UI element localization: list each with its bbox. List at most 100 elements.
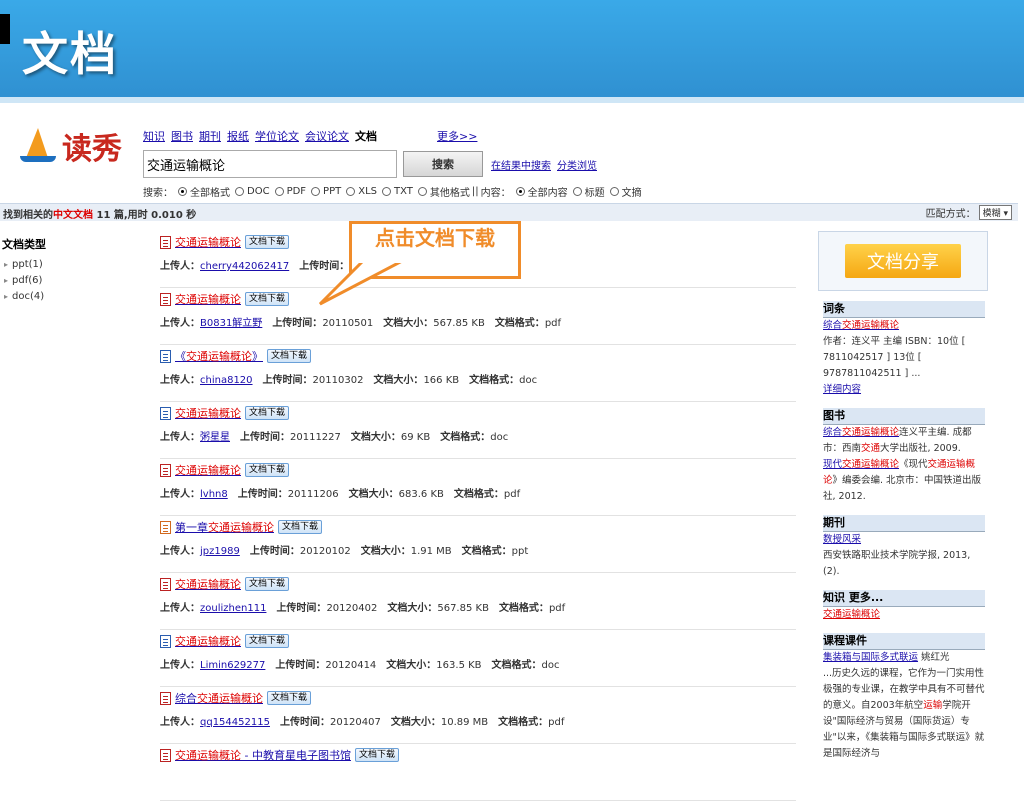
radio-ppt[interactable] [311, 187, 321, 196]
uploader-link[interactable]: 粥星星 [200, 432, 230, 443]
result-title-link[interactable]: 交通运输概论 [175, 462, 241, 478]
result-title-link[interactable]: 《交通运输概论》 [175, 348, 263, 364]
result-title-link[interactable]: 交通运输概论 [175, 291, 241, 307]
result-item: 第一章交通运输概论 文档下载 上传人：jpz1989 上传时间：20120102 文档大… [160, 516, 796, 573]
nav-conference[interactable]: 会议论文 [305, 128, 349, 144]
slide-title: 文档 [22, 27, 118, 81]
pdf-file-icon [160, 691, 171, 705]
result-meta: 上传人：粥星星 上传时间：20111227 文档大小：69 KB 文档格式：doc [160, 428, 796, 443]
search-button[interactable]: 搜索 [403, 151, 483, 177]
download-button[interactable]: 文档下载 [267, 349, 312, 363]
search-in-results-link[interactable]: 在结果中搜索 [491, 157, 551, 172]
uploader-link[interactable]: qq154452115 [200, 717, 270, 728]
download-button[interactable]: 文档下载 [354, 748, 399, 762]
uploader-link[interactable]: B0831解立野 [200, 318, 262, 329]
match-select[interactable]: 模糊 ▾ [978, 205, 1012, 220]
result-title-link[interactable]: 第一章交通运输概论 [175, 519, 274, 535]
radio-title[interactable] [572, 187, 582, 196]
uploader-link[interactable]: jpz1989 [200, 546, 240, 557]
radio-other[interactable] [417, 187, 427, 196]
radio-label: DOC [247, 186, 270, 197]
title-highlight: 交通运输概论 [175, 749, 241, 762]
result-title-link[interactable]: 交通运输概论 [175, 405, 241, 421]
nav-knowledge[interactable]: 知识 [143, 128, 165, 144]
download-button[interactable]: 文档下载 [245, 406, 290, 420]
radio-label: PDF [286, 186, 307, 197]
duxiu-logo[interactable]: 读秀 [18, 124, 122, 168]
nav-journals[interactable]: 期刊 [199, 128, 221, 144]
course-section: 课程课件 集装箱与国际多式联运 姚红光 ...历史久远的课程，它作为一门实用性极… [818, 633, 988, 762]
radio-pdf[interactable] [274, 187, 284, 196]
result-title-link[interactable]: 交通运输概论 [175, 234, 241, 250]
download-button[interactable]: 文档下载 [245, 634, 290, 648]
pdf-file-icon [160, 748, 171, 762]
nav-more[interactable]: 更多>> [437, 128, 477, 144]
size-label: 文档大小： [387, 603, 438, 614]
entry-link[interactable]: 综合交通运输概论 [823, 320, 899, 331]
result-title-link[interactable]: 交通运输概论 - 中教育星电子图书馆 [175, 747, 351, 763]
uploader-label: 上传人： [160, 432, 200, 443]
radio-all-formats[interactable] [178, 187, 187, 196]
uploader-label: 上传人： [160, 261, 200, 272]
result-title-row: 交通运输概论 文档下载 [160, 405, 796, 421]
radio-doc[interactable] [235, 187, 244, 196]
download-button[interactable]: 文档下载 [245, 292, 290, 306]
download-button[interactable]: 文档下载 [267, 691, 312, 705]
knowledge-link[interactable]: 交通运输概论 [823, 609, 880, 620]
nav-documents-current[interactable]: 文档 [355, 128, 377, 144]
book-1-link[interactable]: 综合交通运输概论 [823, 427, 899, 438]
download-button[interactable]: 文档下载 [278, 520, 323, 534]
format-label: 文档格式： [498, 603, 549, 614]
result-item: 交通运输概论 - 中教育星电子图书馆 文档下载 [160, 744, 796, 801]
course-link[interactable]: 集装箱与国际多式联运 [823, 652, 918, 663]
uploader-label: 上传人： [160, 717, 200, 728]
result-title-link[interactable]: 交通运输概论 [175, 633, 241, 649]
radio-xls[interactable] [346, 187, 356, 196]
result-title-link[interactable]: 综合交通运输概论 [175, 690, 263, 706]
uploader-link[interactable]: lvhn8 [200, 489, 228, 500]
browse-link[interactable]: 分类浏览 [557, 157, 597, 172]
doc-share-button[interactable]: 文档分享 [845, 244, 961, 278]
size-label: 文档大小： [390, 717, 441, 728]
uploader-link[interactable]: china8120 [200, 375, 253, 386]
link-highlight: 交通运输概论 [842, 427, 900, 438]
doc-file-icon [160, 634, 171, 648]
link-text: 综合 [823, 320, 843, 331]
result-title-row: 交通运输概论 - 中教育星电子图书馆 文档下载 [160, 747, 796, 763]
radio-abstract[interactable] [609, 187, 619, 196]
title-pre: 综合 [175, 692, 197, 705]
knowledge-section: 知识 更多... 交通运输概论 [818, 590, 988, 623]
callout-pointer [318, 260, 408, 306]
uploader-link[interactable]: zoulizhen111 [200, 603, 266, 614]
file-format: ppt [511, 546, 529, 557]
title-highlight: 交通运输概论 [186, 350, 252, 363]
upload-time: 20120407 [329, 717, 381, 728]
title-highlight: 交通运输概论 [175, 635, 241, 648]
knowledge-heading[interactable]: 知识 更多... [823, 590, 985, 607]
journal-link[interactable]: 数授风采 [823, 534, 861, 545]
uploader-link[interactable]: Limin629277 [200, 660, 265, 671]
download-button[interactable]: 文档下载 [245, 577, 290, 591]
filter-ppt[interactable]: ppt(1) [0, 257, 148, 273]
time-label: 上传时间： [272, 318, 323, 329]
download-button[interactable]: 文档下载 [245, 463, 290, 477]
result-meta: 上传人：qq154452115 上传时间：20120407 文档大小：10.89 M… [160, 713, 796, 728]
result-item: 交通运输概论 文档下载 上传人：zoulizhen111 上传时间：20120402 文… [160, 573, 796, 630]
radio-all-content[interactable] [515, 187, 525, 196]
link-text: 综合 [823, 427, 843, 438]
file-format: doc [519, 375, 538, 386]
filter-doc[interactable]: doc(4) [0, 289, 148, 305]
title-highlight: 交通运输概论 [208, 521, 274, 534]
entry-more-link[interactable]: 详细内容 [823, 384, 861, 395]
uploader-label: 上传人： [160, 318, 200, 329]
book-2-link[interactable]: 现代交通运输概论 [823, 459, 899, 470]
result-title-link[interactable]: 交通运输概论 [175, 576, 241, 592]
nav-theses[interactable]: 学位论文 [255, 128, 299, 144]
nav-newspapers[interactable]: 报纸 [227, 128, 249, 144]
radio-txt[interactable] [382, 187, 391, 196]
nav-books[interactable]: 图书 [171, 128, 193, 144]
search-input[interactable]: 交通运输概论 [143, 150, 397, 178]
download-button[interactable]: 文档下载 [245, 235, 290, 249]
filter-pdf[interactable]: pdf(6) [0, 273, 148, 289]
uploader-link[interactable]: cherry442062417 [200, 261, 289, 272]
